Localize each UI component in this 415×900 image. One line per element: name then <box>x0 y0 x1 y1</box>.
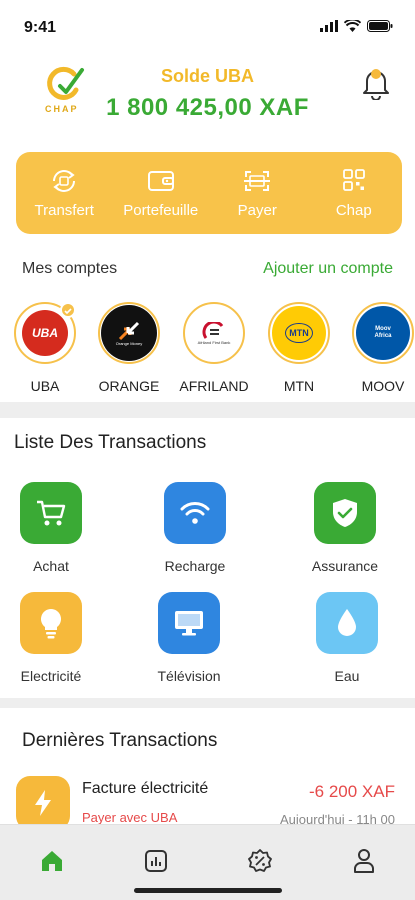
afriland-logo-text: Afriland First Bank <box>197 339 231 345</box>
user-icon <box>354 849 374 873</box>
uba-logo: UBA <box>14 302 76 364</box>
status-icons <box>320 20 393 32</box>
account-name: MTN <box>283 378 315 394</box>
account-afriland[interactable]: Afriland First Bank AFRILAND <box>179 302 249 394</box>
header: CHAP Solde UBA 1 800 425,00 XAF <box>0 52 415 152</box>
tile-television[interactable]: Télévision <box>134 592 244 684</box>
orange-arrows-icon <box>118 321 140 340</box>
wifi-icon <box>164 482 226 544</box>
qr-code-icon <box>342 168 365 191</box>
tile-label: Electricité <box>20 668 82 684</box>
account-mtn[interactable]: MTN MTN <box>268 302 330 394</box>
wifi-status-icon <box>344 20 361 32</box>
tile-label: Recharge <box>164 558 226 574</box>
mtn-logo: MTN <box>268 302 330 364</box>
lightning-icon <box>16 776 70 830</box>
accounts-list: UBA UBA Orange Money ORANGE Afriland Fir… <box>14 302 414 394</box>
monitor-icon <box>158 592 220 654</box>
tile-label: Télévision <box>157 668 221 684</box>
account-name: UBA <box>30 378 60 394</box>
scan-icon <box>244 170 271 191</box>
wallet-label: Portefeuille <box>123 201 199 219</box>
afriland-logo: Afriland First Bank <box>183 302 245 364</box>
tile-label: Assurance <box>311 558 379 574</box>
account-uba[interactable]: UBA UBA <box>14 302 76 394</box>
signal-icon <box>320 20 338 32</box>
battery-icon <box>367 20 393 32</box>
afriland-mark-icon <box>202 321 224 339</box>
balance-value: 1 800 425,00 XAF <box>106 94 309 121</box>
transaction-name: Facture électricité <box>82 780 209 797</box>
recent-transactions-title: Dernières Transactions <box>22 730 218 751</box>
tab-bar <box>0 824 415 900</box>
status-bar: 9:41 <box>0 0 415 52</box>
tab-promo[interactable] <box>246 847 274 875</box>
account-name: AFRILAND <box>179 378 249 394</box>
chart-icon <box>145 850 167 872</box>
notifications-button[interactable] <box>361 66 391 101</box>
water-drop-icon <box>316 592 378 654</box>
bell-icon <box>363 69 389 101</box>
tab-profile[interactable] <box>350 847 378 875</box>
tile-assurance[interactable]: Assurance <box>290 482 400 574</box>
add-account-link[interactable]: Ajouter un compte <box>263 260 393 278</box>
selected-check-icon <box>60 302 76 318</box>
account-name: ORANGE <box>98 378 160 394</box>
account-moov[interactable]: Moov Africa MOOV <box>352 302 414 394</box>
wallet-icon <box>147 170 174 191</box>
transfer-icon <box>53 169 76 192</box>
percent-badge-icon <box>248 849 272 872</box>
actions-section: Transfert Portefeuille Payer Chap Mes co… <box>0 152 415 402</box>
transactions-list-title: Liste Des Transactions <box>14 432 207 453</box>
chap-button[interactable]: Chap <box>306 152 403 234</box>
tab-home[interactable] <box>38 847 66 875</box>
tab-stats[interactable] <box>142 847 170 875</box>
tile-eau[interactable]: Eau <box>292 592 402 684</box>
tile-achat[interactable]: Achat <box>0 482 106 574</box>
chap-label: Chap <box>335 201 372 219</box>
accounts-title: Mes comptes <box>22 260 118 277</box>
orange-money-logo: Orange Money <box>98 302 160 364</box>
balance-label: Solde UBA <box>160 66 254 86</box>
home-indicator <box>134 888 282 893</box>
status-time: 9:41 <box>24 19 57 36</box>
transaction-amount: -6 200 XAF <box>309 782 395 801</box>
home-icon <box>42 851 62 871</box>
orange-logo-text: Orange Money <box>115 340 143 346</box>
pay-label: Payer <box>237 201 277 219</box>
shield-check-icon <box>314 482 376 544</box>
transaction-subtitle: Payer avec UBA <box>82 810 178 825</box>
quick-actions: Transfert Portefeuille Payer Chap <box>16 152 402 234</box>
tile-label: Achat <box>33 558 69 574</box>
lightbulb-icon <box>20 592 82 654</box>
mtn-logo-text: MTN <box>285 323 313 343</box>
account-name: MOOV <box>361 378 405 394</box>
account-orange[interactable]: Orange Money ORANGE <box>98 302 160 394</box>
transfer-label: Transfert <box>34 201 94 219</box>
wallet-button[interactable]: Portefeuille <box>113 152 210 234</box>
cart-icon <box>20 482 82 544</box>
transfer-button[interactable]: Transfert <box>16 152 113 234</box>
notification-dot <box>371 69 381 79</box>
recent-transactions-section: Dernières Transactions Facture électrici… <box>0 708 415 830</box>
moov-logo: Moov Africa <box>352 302 414 364</box>
moov-logo-text: Moov Africa <box>374 326 392 339</box>
tile-electricite[interactable]: Electricité <box>0 592 106 684</box>
tile-recharge[interactable]: Recharge <box>140 482 250 574</box>
tile-label: Eau <box>334 668 360 684</box>
pay-button[interactable]: Payer <box>209 152 306 234</box>
transactions-list-section: Liste Des Transactions Achat Recharge As… <box>0 418 415 698</box>
uba-logo-text: UBA <box>32 326 58 340</box>
